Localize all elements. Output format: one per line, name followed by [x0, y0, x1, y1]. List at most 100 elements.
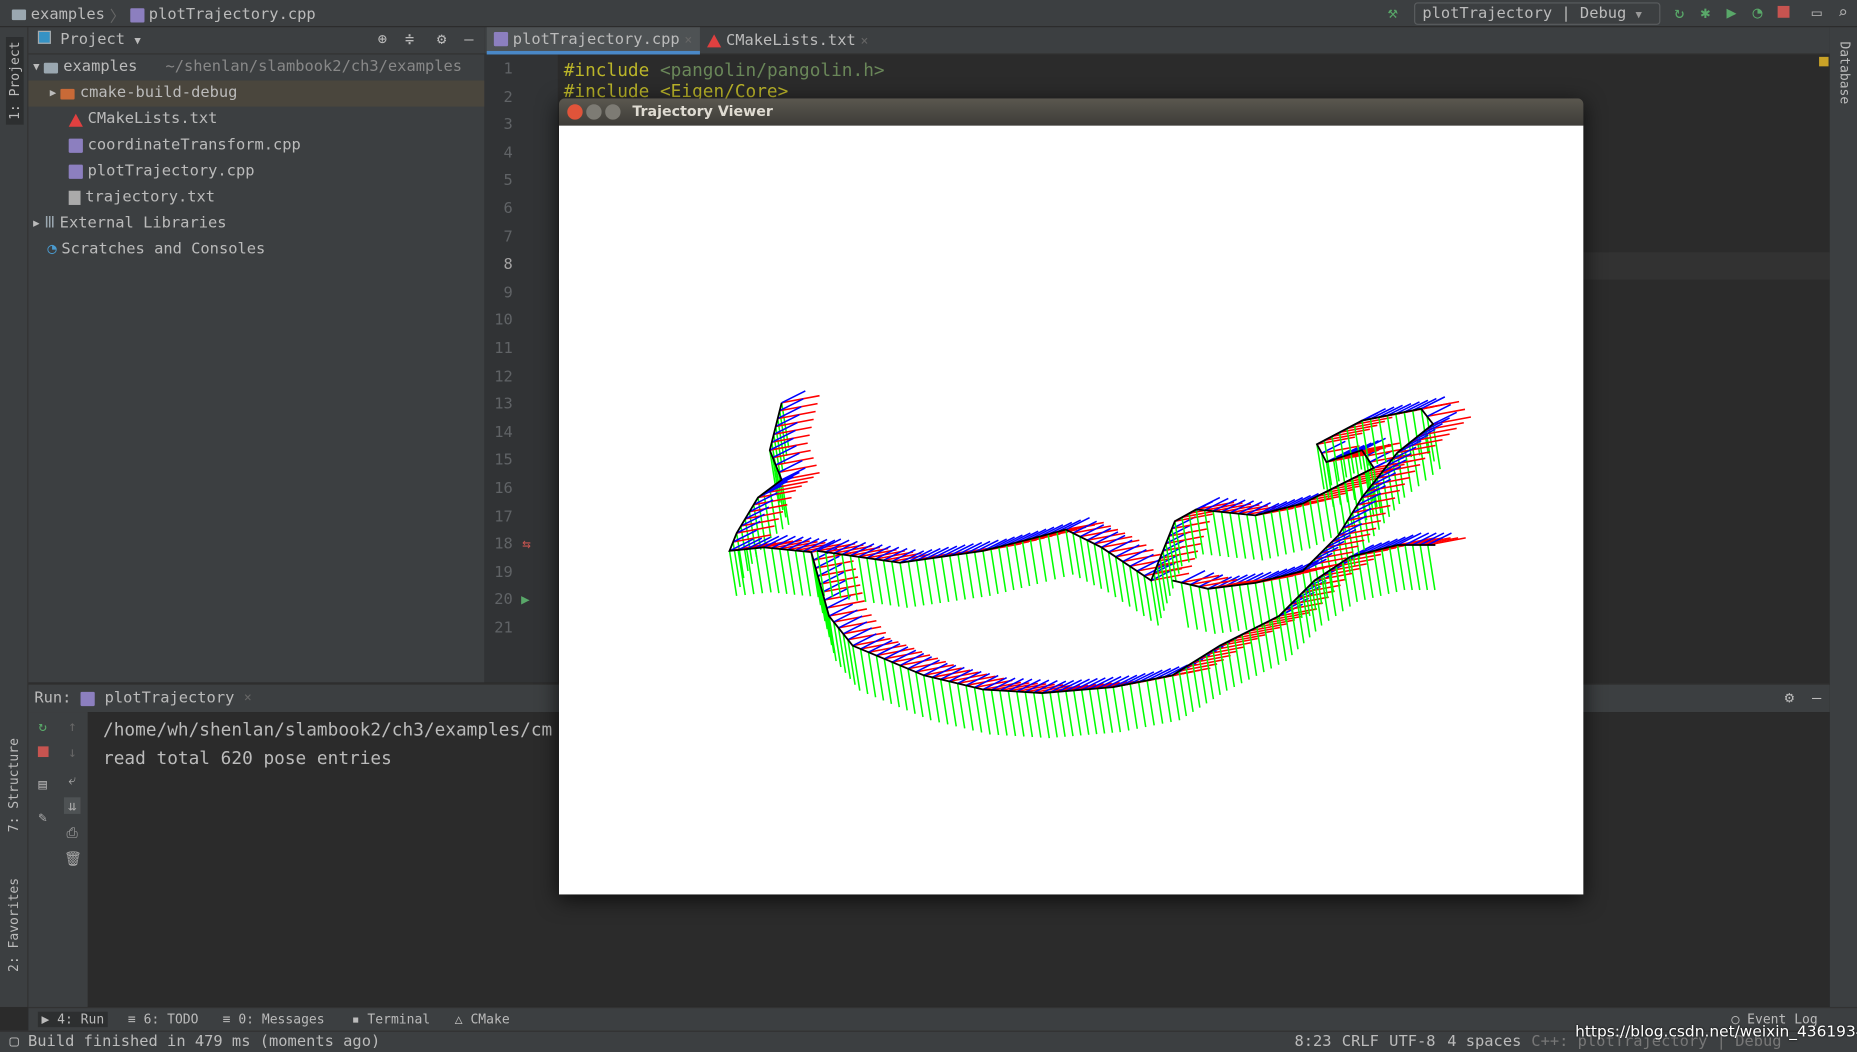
collapse-icon[interactable]: ≑	[405, 31, 414, 49]
scroll-to-end-icon[interactable]: ⇊	[63, 797, 81, 814]
pose-y-axis	[1230, 585, 1240, 631]
pose-y-axis	[1065, 690, 1074, 737]
tree-item-external-libraries[interactable]: ▶ Ⅲ External Libraries	[28, 211, 484, 237]
left-tool-strip: 1: Project 7: Structure 2: Favorites	[0, 27, 29, 1007]
pose-y-axis	[763, 547, 772, 593]
pose-y-axis	[1096, 688, 1106, 734]
maximize-window-button[interactable]	[605, 104, 621, 120]
build-hammer-icon[interactable]: ⚒	[1383, 4, 1402, 23]
line-number: 14	[494, 423, 513, 442]
pose-y-axis	[1073, 690, 1082, 736]
pose-y-axis	[754, 548, 764, 594]
pin-icon[interactable]: ✎	[34, 809, 51, 826]
pose-y-axis	[1079, 536, 1088, 582]
pose-y-axis	[1198, 586, 1207, 632]
locate-icon[interactable]: ⊕	[378, 31, 387, 49]
pose-y-axis	[1038, 536, 1048, 582]
tool-tab-cmake[interactable]: △ CMake	[455, 1012, 510, 1027]
rerun-icon[interactable]: ↻	[34, 718, 51, 735]
tool-tab-messages[interactable]: ≡ 0: Messages	[223, 1012, 325, 1027]
layout-icon[interactable]: ▭	[1807, 4, 1826, 23]
gear-icon[interactable]: ⚙	[437, 31, 446, 49]
pose-y-axis	[867, 652, 877, 698]
override-icon[interactable]: ⇆	[522, 535, 531, 552]
pose-y-axis	[1150, 580, 1160, 626]
tool-tab-todo[interactable]: ≡ 6: TODO	[128, 1012, 199, 1027]
pose-y-axis	[1029, 538, 1039, 585]
pose-y-axis	[778, 548, 788, 595]
breadcrumb-file[interactable]: plotTrajectory.cpp	[149, 6, 316, 24]
tool-tab-terminal[interactable]: ▪ Terminal	[352, 1012, 430, 1027]
down-icon[interactable]: ↓	[64, 744, 81, 761]
pose-y-axis	[874, 559, 884, 605]
close-window-button[interactable]	[567, 104, 583, 120]
tab-plottrajectory[interactable]: plotTrajectory.cpp ×	[486, 25, 700, 55]
pose-y-axis	[1137, 681, 1147, 728]
minimize-window-button[interactable]	[586, 104, 602, 120]
search-icon[interactable]: ⌕	[1833, 4, 1852, 23]
warning-marker[interactable]	[1819, 56, 1829, 67]
run-gutter-icon[interactable]: ▶	[521, 591, 530, 608]
trash-icon[interactable]: 🗑	[64, 851, 82, 868]
trajectory-viewer-window: Trajectory Viewer	[558, 98, 1584, 895]
print-icon[interactable]: ⎙	[64, 825, 81, 842]
cmake-icon	[68, 113, 83, 127]
line-number: 10	[494, 312, 513, 330]
caret-position[interactable]: 8:23	[1294, 1033, 1331, 1051]
breadcrumb-folder[interactable]: examples	[31, 6, 105, 24]
database-tool-button[interactable]: Database	[1837, 41, 1852, 104]
project-view-select[interactable]: Project	[60, 31, 125, 49]
tool-tab-run[interactable]: ▶ 4: Run	[37, 1011, 108, 1028]
pose-y-axis	[1120, 685, 1130, 731]
tree-item-file[interactable]: coordinateTransform.cpp	[28, 133, 484, 159]
coverage-icon[interactable]: ▶	[1722, 4, 1741, 23]
favorites-tool-button[interactable]: 2: Favorites	[6, 878, 21, 972]
hide-icon[interactable]: —	[464, 31, 473, 49]
file-encoding[interactable]: UTF-8	[1389, 1033, 1435, 1051]
pose-y-axis	[1246, 583, 1256, 629]
pose-y-axis	[924, 559, 933, 605]
stop-icon[interactable]	[34, 744, 51, 761]
structure-tool-button[interactable]: 7: Structure	[6, 738, 21, 832]
tree-item-file[interactable]: plotTrajectory.cpp	[28, 159, 484, 185]
close-icon[interactable]: ×	[860, 27, 868, 54]
tree-item-file[interactable]: trajectory.txt	[28, 185, 484, 211]
debug-bug-icon[interactable]: ✱	[1696, 4, 1715, 23]
pose-y-axis	[1316, 496, 1325, 542]
run-configuration-select[interactable]: plotTrajectory | Debug ▼	[1414, 2, 1661, 25]
line-number: 19	[494, 563, 513, 582]
tree-item-cmake-build-debug[interactable]: ▶ cmake-build-debug	[28, 80, 485, 107]
rerun-icon[interactable]: ↻	[1670, 4, 1689, 23]
layout-icon[interactable]: ▤	[34, 776, 51, 793]
pose-y-axis	[1229, 512, 1238, 558]
profile-icon[interactable]: ◔	[1748, 4, 1767, 23]
tree-item-scratches[interactable]: ◔ Scratches and Consoles	[28, 237, 484, 263]
editor-tabs: plotTrajectory.cpp × CMakeLists.txt ×	[484, 25, 1830, 55]
pose-y-axis	[1396, 544, 1406, 591]
up-icon[interactable]: ↑	[64, 718, 81, 735]
run-tab[interactable]: plotTrajectory	[105, 689, 235, 712]
tree-item-root[interactable]: ▼ examples ~/shenlan/slambook2/ch3/exampl…	[28, 54, 484, 80]
close-icon[interactable]: ×	[684, 25, 692, 52]
right-tool-strip: Database	[1819, 27, 1857, 1007]
window-titlebar[interactable]: Trajectory Viewer	[558, 98, 1584, 126]
window-title: Trajectory Viewer	[632, 103, 773, 120]
line-separator[interactable]: CRLF	[1342, 1033, 1379, 1051]
tab-cmakelists[interactable]: CMakeLists.txt ×	[700, 27, 876, 54]
pose-y-axis	[1198, 658, 1208, 704]
3d-view-canvas[interactable]	[558, 125, 1584, 895]
console-output[interactable]: /home/wh/shenlan/slambook2/ch3/examples/…	[103, 716, 552, 773]
folder-icon	[44, 62, 59, 73]
wrap-icon[interactable]: ⤶	[64, 771, 81, 788]
tree-item-file[interactable]: CMakeLists.txt	[28, 107, 484, 133]
pose-y-axis	[1088, 688, 1098, 735]
code-editor[interactable]: #include <pangolin/pangolin.h> #include <…	[564, 59, 885, 102]
stop-icon[interactable]	[1774, 4, 1793, 23]
pose-y-axis	[1104, 687, 1114, 733]
hide-icon[interactable]: —	[1812, 689, 1821, 707]
project-tool-button[interactable]: 1: Project	[5, 36, 24, 125]
indent-setting[interactable]: 4 spaces	[1447, 1033, 1521, 1051]
line-number: 5	[503, 172, 513, 191]
pose-y-axis	[915, 671, 924, 718]
gear-icon[interactable]: ⚙	[1785, 689, 1794, 707]
